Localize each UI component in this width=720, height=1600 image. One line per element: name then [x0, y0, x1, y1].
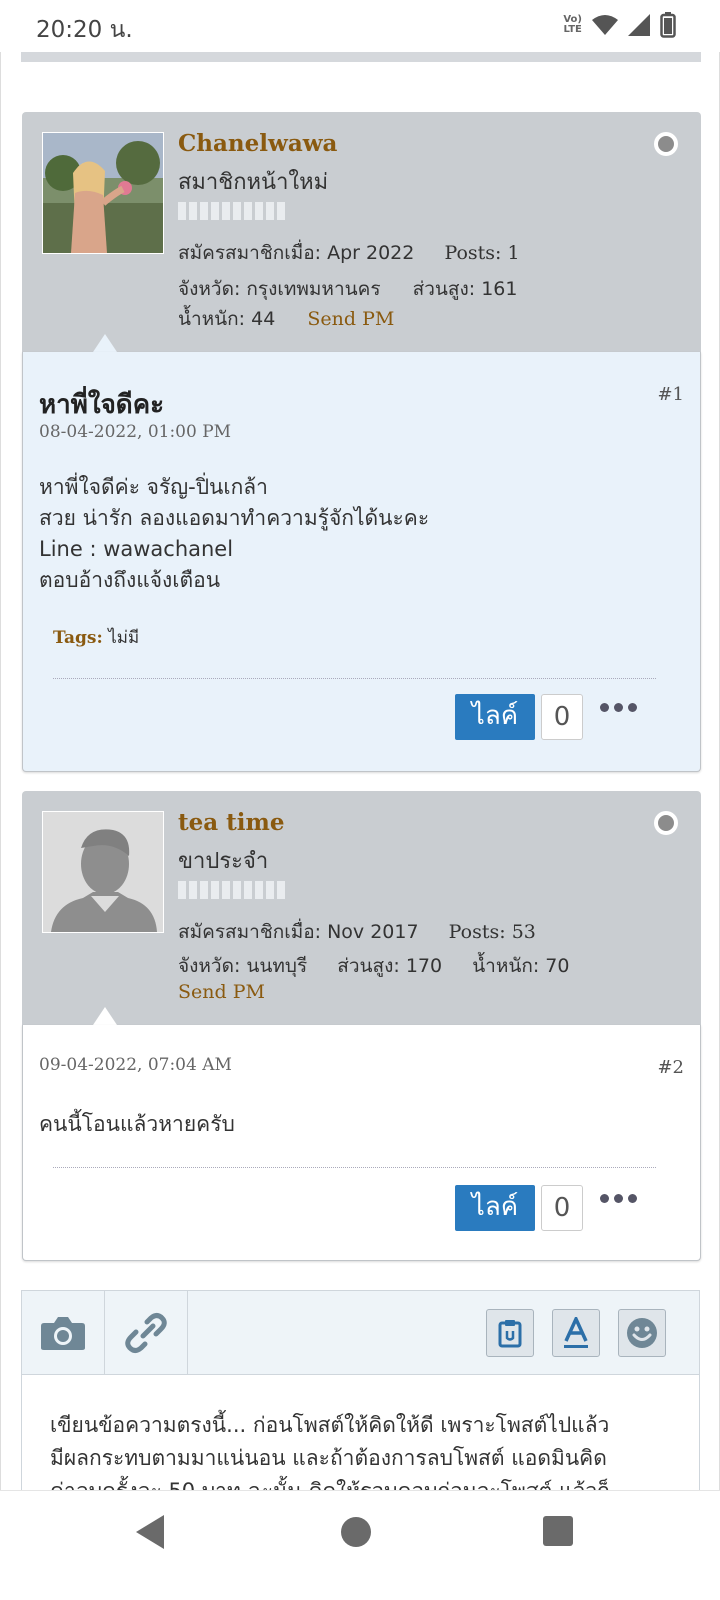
status-indicator-icon	[654, 811, 678, 835]
user-title: ขาประจำ	[178, 849, 269, 874]
tags-value: ไม่มี	[108, 628, 140, 648]
status-icons: Vo) LTE	[563, 12, 676, 38]
paste-icon	[498, 1320, 522, 1348]
reply-editor: เขียนข้อความตรงนี้... ก่อนโพสต์ให้คิดให้…	[21, 1290, 700, 1520]
like-button[interactable]: ไลค์	[455, 1185, 535, 1231]
battery-icon	[660, 12, 676, 38]
user-stats-line-2: จังหวัด: กรุงเทพมหานคร ส่วนสูง: 161	[178, 274, 517, 304]
post-count: Posts: 53	[448, 921, 536, 943]
link-icon	[125, 1313, 167, 1353]
height: ส่วนสูง: 170	[337, 955, 443, 977]
post-number-link[interactable]: #1	[657, 384, 684, 405]
user-stats-line-1: สมัครสมาชิกเมื่อ: Apr 2022 Posts: 1	[178, 238, 520, 268]
post-body-line: คนนี้โอนแล้วหายครับ	[39, 1112, 235, 1136]
user-stats-line-3: Send PM	[178, 981, 265, 1003]
username[interactable]: Chanelwawa	[178, 130, 337, 157]
signal-icon	[628, 14, 650, 36]
editor-toolbar	[22, 1291, 699, 1375]
post-body-line: หาพี่ใจดีค่ะ จรัญ-ปิ่นเกล้า	[39, 475, 268, 499]
placeholder-line: มีผลกระทบตามมาแน่นอน และถ้าต้องการลบโพสต…	[50, 1446, 607, 1470]
status-bar: 20:20 น. Vo) LTE	[0, 0, 720, 52]
camera-icon	[41, 1317, 85, 1350]
emoji-icon	[627, 1318, 657, 1348]
user-stats-line-1: สมัครสมาชิกเมื่อ: Nov 2017 Posts: 53	[178, 917, 536, 947]
thread-header-strip	[21, 52, 701, 62]
post-date: 08-04-2022, 01:00 PM	[39, 422, 232, 442]
post-body: หาพี่ใจดีค่ะ จรัญ-ปิ่นเกล้า สวย น่ารัก ล…	[39, 472, 429, 596]
font-button[interactable]	[552, 1309, 600, 1357]
post-pointer	[93, 1007, 117, 1025]
user-stats-line-2: จังหวัด: นนทบุรี ส่วนสูง: 170 น้ำหนัก: 7…	[178, 951, 569, 981]
province: จังหวัด: กรุงเทพมหานคร	[178, 278, 381, 300]
post-pointer	[93, 334, 117, 352]
volte-icon: Vo) LTE	[563, 14, 582, 35]
reputation-bar	[178, 881, 285, 899]
placeholder-line: เขียนข้อความตรงนี้... ก่อนโพสต์ให้คิดให้…	[50, 1413, 610, 1437]
post-tags: Tags: ไม่มี	[53, 624, 139, 651]
user-stats-line-3: น้ำหนัก: 44 Send PM	[178, 304, 394, 334]
join-date: สมัครสมาชิกเมื่อ: Apr 2022	[178, 242, 415, 264]
post-body-line: สวย น่ารัก ลองแอดมาทำความรู้จักได้นะคะ	[39, 506, 430, 530]
divider	[53, 1167, 656, 1168]
send-pm-link[interactable]: Send PM	[178, 981, 265, 1003]
reputation-bar	[178, 202, 285, 220]
weight: น้ำหนัก: 44	[178, 308, 276, 330]
more-options-icon[interactable]	[600, 1194, 637, 1203]
post-1-userinfo: Chanelwawa สมาชิกหน้าใหม่ สมัครสมาชิกเมื…	[22, 112, 701, 352]
emoji-button[interactable]	[618, 1309, 666, 1357]
avatar-photo	[43, 133, 163, 253]
post-1-content: หาพี่ใจดีคะ 08-04-2022, 01:00 PM #1 หาพี…	[22, 352, 701, 772]
system-navigation-bar	[0, 1490, 720, 1600]
insert-link-button[interactable]	[105, 1291, 188, 1375]
post-2-userinfo: tea time ขาประจำ สมัครสมาชิกเมื่อ: Nov 2…	[22, 791, 701, 1025]
status-time: 20:20 น.	[36, 17, 133, 43]
status-indicator-icon	[654, 132, 678, 156]
username[interactable]: tea time	[178, 809, 285, 836]
post-title: หาพี่ใจดีคะ	[39, 390, 165, 420]
more-options-icon[interactable]	[600, 703, 637, 712]
post-body-line: Line : wawachanel	[39, 537, 234, 561]
avatar[interactable]	[42, 811, 164, 933]
like-count: 0	[541, 1185, 583, 1231]
send-pm-link[interactable]: Send PM	[307, 308, 394, 330]
wifi-icon	[592, 15, 618, 35]
user-title: สมาชิกหน้าใหม่	[178, 170, 329, 195]
height: ส่วนสูง: 161	[412, 278, 518, 300]
join-date: สมัครสมาชิกเมื่อ: Nov 2017	[178, 921, 419, 943]
like-button[interactable]: ไลค์	[455, 694, 535, 740]
post-body-line: ตอบอ้างถึงแจ้งเตือน	[39, 568, 221, 592]
post-body: คนนี้โอนแล้วหายครับ	[39, 1109, 235, 1140]
tags-label: Tags:	[53, 628, 103, 648]
avatar[interactable]	[42, 132, 164, 254]
province: จังหวัด: นนทบุรี	[178, 955, 308, 977]
home-icon[interactable]	[341, 1517, 371, 1547]
camera-button[interactable]	[22, 1291, 105, 1375]
font-icon	[564, 1317, 588, 1348]
post-2-content: 09-04-2022, 07:04 AM #2 คนนี้โอนแล้วหายค…	[22, 1025, 701, 1261]
post-date: 09-04-2022, 07:04 AM	[39, 1055, 232, 1075]
recent-apps-icon[interactable]	[543, 1516, 573, 1546]
weight: น้ำหนัก: 70	[472, 955, 570, 977]
post-number-link[interactable]: #2	[657, 1057, 684, 1078]
back-icon[interactable]	[136, 1515, 164, 1549]
default-avatar-icon	[43, 812, 163, 932]
like-count: 0	[541, 694, 583, 740]
post-count: Posts: 1	[444, 242, 520, 264]
paste-button[interactable]	[486, 1309, 534, 1357]
divider	[53, 678, 656, 679]
